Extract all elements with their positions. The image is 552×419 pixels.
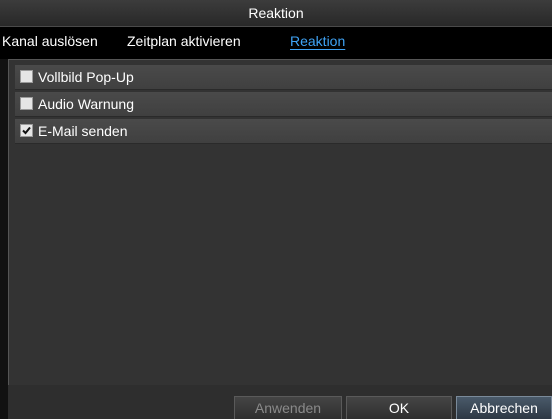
ok-button[interactable]: OK: [346, 396, 452, 419]
option-label: E-Mail senden: [38, 123, 128, 139]
apply-button[interactable]: Anwenden: [234, 396, 342, 419]
tab-zeitplan-aktivieren[interactable]: Zeitplan aktivieren: [127, 33, 241, 49]
option-send-email[interactable]: E-Mail senden: [15, 119, 552, 144]
dialog-footer: Anwenden OK Abbrechen: [8, 385, 552, 419]
tab-bar: Kanal auslösen Zeitplan aktivieren Reakt…: [0, 27, 552, 59]
option-label: Vollbild Pop-Up: [38, 69, 134, 85]
cancel-button[interactable]: Abbrechen: [456, 396, 552, 419]
checkmark-icon: [22, 126, 31, 135]
reaction-dialog: Reaktion Kanal auslösen Zeitplan aktivie…: [0, 0, 552, 419]
dialog-title: Reaktion: [0, 0, 552, 27]
audio-warning-checkbox[interactable]: [20, 97, 33, 110]
option-label: Audio Warnung: [38, 96, 134, 112]
option-audio-warning[interactable]: Audio Warnung: [15, 92, 552, 117]
tab-reaktion[interactable]: Reaktion: [290, 33, 345, 49]
option-fullscreen-popup[interactable]: Vollbild Pop-Up: [15, 65, 552, 90]
fullscreen-popup-checkbox[interactable]: [20, 70, 33, 83]
send-email-checkbox[interactable]: [20, 124, 33, 137]
options-panel: Vollbild Pop-Up Audio Warnung E-Mail sen…: [8, 59, 552, 386]
tab-kanal-ausloesen[interactable]: Kanal auslösen: [2, 33, 98, 49]
